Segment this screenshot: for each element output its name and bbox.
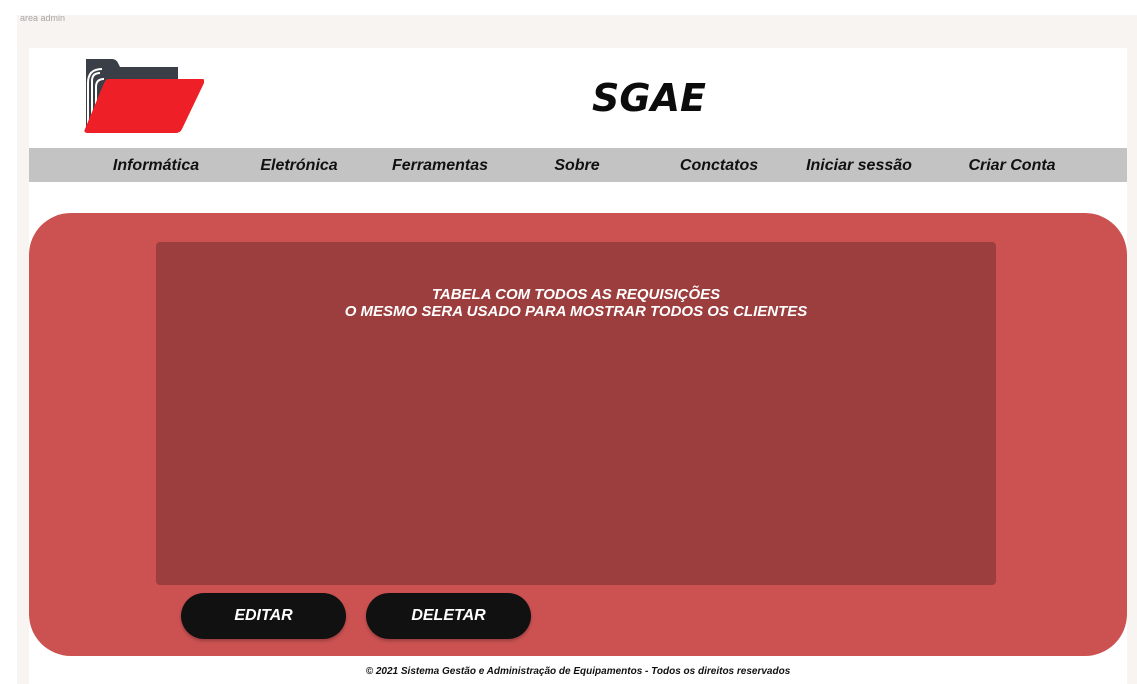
nav-item-ferramentas[interactable]: Ferramentas	[392, 148, 488, 182]
nav-item-eletronica[interactable]: Eletrónica	[260, 148, 337, 182]
frame-label: area admin	[20, 13, 66, 23]
main-navbar: Informática Eletrónica Ferramentas Sobre…	[29, 148, 1127, 182]
table-text-line1: TABELA COM TODOS AS REQUISIÇÕES	[431, 286, 721, 303]
site-title: SGAE	[592, 76, 706, 120]
main-panel: TABELA COM TODOS AS REQUISIÇÕES O MESMO …	[29, 213, 1127, 656]
table-text-line2: O MESMO SERA USADO PARA MOSTRAR TODOS OS…	[344, 303, 808, 320]
artboard-frame: area admin SGAE Informática Eletrónica F…	[17, 13, 1137, 684]
nav-item-sobre[interactable]: Sobre	[554, 148, 599, 182]
footer-copyright: © 2021 Sistema Gestão e Administração de…	[365, 666, 791, 677]
nav-item-iniciar-sessao[interactable]: Iniciar sessão	[806, 148, 912, 182]
requests-table-area: TABELA COM TODOS AS REQUISIÇÕES O MESMO …	[156, 242, 996, 585]
nav-item-contatos[interactable]: Conctatos	[680, 148, 758, 182]
nav-item-informatica[interactable]: Informática	[113, 148, 199, 182]
page: SGAE Informática Eletrónica Ferramentas …	[29, 48, 1127, 684]
nav-item-criar-conta[interactable]: Criar Conta	[968, 148, 1055, 182]
edit-button[interactable]: EDITAR	[181, 593, 346, 639]
table-placeholder-text: TABELA COM TODOS AS REQUISIÇÕES O MESMO …	[156, 286, 996, 320]
folder-icon[interactable]	[82, 59, 205, 134]
delete-button[interactable]: DELETAR	[366, 593, 531, 639]
